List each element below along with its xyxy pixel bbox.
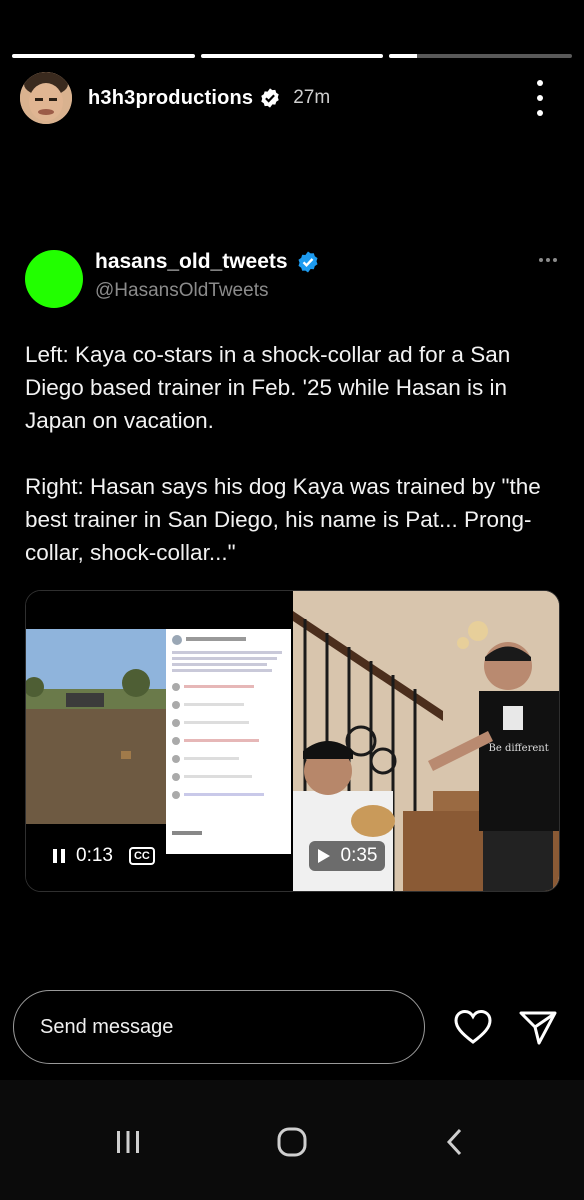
home-icon[interactable] (270, 1120, 314, 1164)
video-left-controls: 0:13 CC (44, 841, 155, 871)
progress-segment (200, 54, 384, 58)
progress-segment-current (389, 54, 573, 58)
tweet-display-name: hasans_old_tweets (95, 250, 288, 273)
tweet-header: hasans_old_tweets @HasansOldTweets (25, 240, 559, 308)
story-avatar[interactable] (20, 72, 72, 124)
verified-badge-icon (298, 251, 318, 273)
video-right-time: 0:35 (340, 845, 378, 866)
heart-icon[interactable] (453, 1008, 493, 1046)
tweet-handle: @HasansOldTweets (95, 280, 269, 301)
play-icon[interactable] (317, 848, 331, 864)
story-timestamp: 27m (293, 87, 331, 108)
video-left[interactable]: 0:13 CC (26, 591, 292, 891)
tweet-author: hasans_old_tweets @HasansOldTweets (95, 250, 320, 302)
send-icon[interactable] (518, 1008, 558, 1046)
send-message-placeholder: Send message (40, 1015, 174, 1038)
tweet-media: 0:13 CC Be different 0:35 (25, 590, 560, 892)
story-viewer: h3h3productions 27m hasans_old_tweets @H… (0, 0, 584, 1200)
more-vertical-icon[interactable] (528, 80, 552, 116)
closed-captions-icon[interactable]: CC (128, 847, 155, 865)
tweet-text: Left: Kaya co-stars in a shock-collar ad… (25, 342, 541, 565)
video-right-pill: 0:35 (308, 841, 386, 871)
system-nav-bar (0, 1080, 584, 1200)
story-progress (12, 54, 573, 58)
recent-apps-icon[interactable] (106, 1120, 150, 1164)
story-username[interactable]: h3h3productions (88, 87, 253, 110)
shirt-text: Be different (488, 743, 549, 754)
video-left-pill: 0:13 (44, 841, 121, 871)
tweet-card: hasans_old_tweets @HasansOldTweets Left:… (25, 240, 559, 569)
story-header: h3h3productions 27m (20, 70, 564, 126)
tweet-avatar (25, 250, 83, 308)
video-right[interactable]: Be different 0:35 (292, 591, 559, 891)
progress-segment (12, 54, 195, 58)
pause-icon[interactable] (52, 848, 66, 864)
send-message-input[interactable]: Send message (13, 990, 425, 1064)
back-icon[interactable] (434, 1120, 478, 1164)
video-right-controls: 0:35 (308, 841, 386, 871)
video-left-time: 0:13 (76, 845, 113, 866)
more-horizontal-icon (539, 258, 557, 262)
verified-badge-icon (261, 88, 279, 108)
